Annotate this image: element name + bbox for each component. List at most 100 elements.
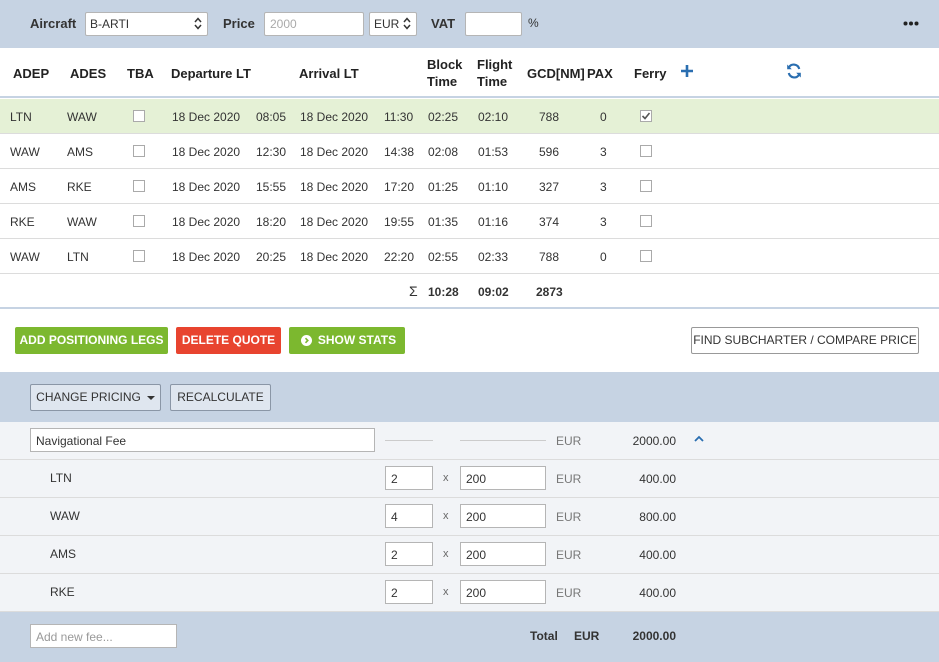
aircraft-label: Aircraft	[30, 16, 77, 31]
cell-ades: WAW	[67, 110, 97, 124]
total-amount: 2000.00	[632, 629, 676, 643]
percent-sign: %	[528, 16, 539, 30]
fee-item-amount: 800.00	[639, 510, 676, 524]
show-stats-button[interactable]: SHOW STATS	[289, 327, 405, 354]
price-input[interactable]: 2000	[264, 12, 364, 36]
quantity-input[interactable]: 2	[385, 542, 433, 566]
total-flight-time: 09:02	[478, 285, 509, 299]
cell-block-time: 02:55	[428, 250, 459, 264]
cell-block-time: 02:08	[428, 145, 459, 159]
cell-ades: LTN	[67, 250, 89, 264]
cell-pax: 3	[600, 180, 607, 194]
fee-item-currency: EUR	[556, 548, 582, 562]
fee-item-currency: EUR	[556, 586, 582, 600]
cell-adep: AMS	[10, 180, 37, 194]
fee-amount: 2000.00	[632, 434, 676, 448]
fee-name-input[interactable]: Navigational Fee	[30, 428, 375, 452]
cell-arr-date: 18 Dec 2020	[300, 180, 369, 194]
rate-input[interactable]: 200	[460, 466, 546, 490]
cell-arr-time: 11:30	[384, 110, 414, 124]
add-positioning-legs-button[interactable]: ADD POSITIONING LEGS	[15, 327, 168, 354]
col-gcd: GCD[NM]	[527, 66, 585, 81]
multiply-sign: x	[443, 586, 449, 598]
rate-placeholder-line	[460, 440, 546, 441]
add-new-fee-input[interactable]: Add new fee...	[30, 624, 177, 648]
rate-input[interactable]: 200	[460, 542, 546, 566]
cell-arr-time: 22:20	[384, 250, 415, 264]
recalculate-button[interactable]: RECALCULATE	[170, 384, 271, 411]
col-ades: ADES	[70, 66, 107, 81]
rate-input[interactable]: 200	[460, 504, 546, 528]
cell-ades: AMS	[67, 145, 94, 159]
multiply-sign: x	[443, 472, 449, 484]
cell-arr-date: 18 Dec 2020	[300, 250, 369, 264]
cell-flight-time: 01:10	[478, 180, 509, 194]
quantity-input[interactable]: 2	[385, 580, 433, 604]
delete-quote-button[interactable]: DELETE QUOTE	[176, 327, 281, 354]
cell-pax: 3	[600, 215, 607, 229]
fee-item-currency: EUR	[556, 510, 582, 524]
cell-dep-date: 18 Dec 2020	[172, 215, 241, 229]
rate-input[interactable]: 200	[460, 580, 546, 604]
cell-arr-date: 18 Dec 2020	[300, 110, 369, 124]
ferry-checkbox[interactable]	[640, 145, 652, 157]
col-block-time: Block Time	[427, 57, 463, 89]
cell-block-time: 02:25	[428, 110, 459, 124]
quantity-input[interactable]: 4	[385, 504, 433, 528]
cell-arr-time: 14:38	[384, 145, 415, 159]
col-ferry: Ferry	[634, 66, 667, 81]
change-pricing-button[interactable]: CHANGE PRICING	[30, 384, 161, 411]
fee-currency: EUR	[556, 434, 582, 448]
vat-label: VAT	[431, 16, 456, 31]
cell-ades: RKE	[67, 180, 92, 194]
cell-flight-time: 01:16	[478, 215, 509, 229]
find-subcharter-button[interactable]: FIND SUBCHARTER / COMPARE PRICE	[691, 327, 919, 354]
cell-dep-time: 08:05	[256, 110, 287, 124]
caret-down-icon	[146, 395, 155, 400]
multiply-sign: x	[443, 548, 449, 560]
add-leg-plus-icon[interactable]	[681, 65, 693, 77]
col-arrival: Arrival LT	[299, 66, 359, 81]
leg-row[interactable]: LTN WAW 18 Dec 2020 08:05 18 Dec 2020 11:30 02…	[0, 99, 939, 134]
leg-row[interactable]: AMS RKE 18 Dec 2020 15:55 18 Dec 2020 17:20 01…	[0, 169, 939, 204]
tba-checkbox[interactable]	[133, 145, 145, 157]
cell-gcd: 374	[539, 215, 560, 229]
currency-value: EUR	[374, 17, 400, 31]
tba-checkbox[interactable]	[133, 180, 145, 192]
currency-select[interactable]: EUR	[369, 12, 417, 36]
tba-checkbox[interactable]	[133, 250, 145, 262]
ferry-checkbox[interactable]	[640, 250, 652, 262]
cell-dep-date: 18 Dec 2020	[172, 250, 241, 264]
vat-input[interactable]	[465, 12, 522, 36]
fee-item-label: WAW	[50, 509, 80, 523]
aircraft-select[interactable]: B-ARTI	[85, 12, 208, 36]
chevron-circle-icon	[301, 335, 312, 346]
ferry-checkbox[interactable]	[640, 110, 652, 122]
fee-item-label: AMS	[50, 547, 77, 561]
cell-dep-date: 18 Dec 2020	[172, 110, 241, 124]
checkmark-icon	[641, 112, 651, 120]
cell-dep-date: 18 Dec 2020	[172, 180, 241, 194]
refresh-icon[interactable]	[786, 63, 802, 79]
cell-dep-time: 18:20	[256, 215, 287, 229]
cell-dep-time: 20:25	[256, 250, 287, 264]
col-flight-time: Flight Time	[477, 57, 513, 89]
total-block-time: 10:28	[428, 285, 459, 299]
cell-adep: WAW	[10, 145, 40, 159]
more-menu-icon[interactable]	[903, 21, 919, 26]
ferry-checkbox[interactable]	[640, 215, 652, 227]
tba-checkbox[interactable]	[133, 215, 145, 227]
tba-checkbox[interactable]	[133, 110, 145, 122]
cell-gcd: 788	[539, 110, 560, 124]
cell-ades: WAW	[67, 215, 97, 229]
chevron-up-icon[interactable]	[694, 435, 704, 442]
updown-chevron-icon	[403, 17, 411, 30]
leg-row[interactable]: WAW AMS 18 Dec 2020 12:30 18 Dec 2020 14:38 02…	[0, 134, 939, 169]
quantity-input[interactable]: 2	[385, 466, 433, 490]
cell-block-time: 01:35	[428, 215, 459, 229]
leg-row[interactable]: RKE WAW 18 Dec 2020 18:20 18 Dec 2020 19:55 01…	[0, 204, 939, 239]
leg-row[interactable]: WAW LTN 18 Dec 2020 20:25 18 Dec 2020 22:20 02…	[0, 239, 939, 274]
ferry-checkbox[interactable]	[640, 180, 652, 192]
totals-row: Σ 10:28 09:02 2873	[0, 274, 939, 309]
total-gcd: 2873	[536, 285, 563, 299]
